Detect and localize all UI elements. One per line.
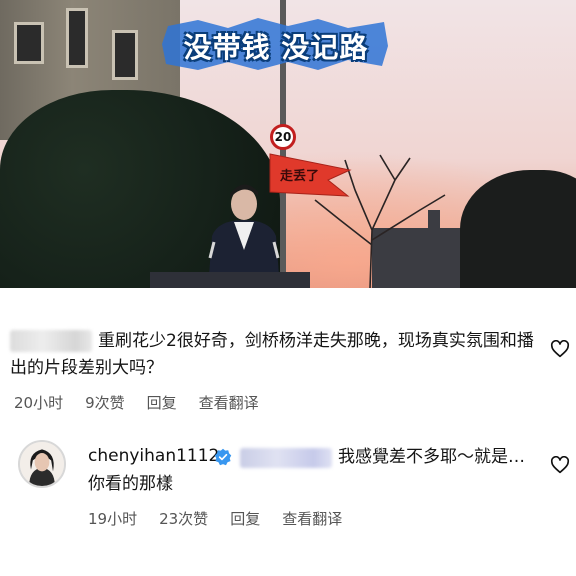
comment-meta: 20小时 9次赞 回复 查看翻译 xyxy=(14,392,259,413)
avatar-portrait xyxy=(20,442,64,486)
comment-time: 20小时 xyxy=(14,394,64,412)
video-title-overlay: 没带钱 没记路 xyxy=(158,16,394,72)
comment-text: 我感覺差不多耶～就是…你看的那樣 xyxy=(88,447,525,494)
comment-text: 重刷花少2很好奇，剑桥杨洋走失那晚，现场真实氛围和播出的片段差别大吗？ xyxy=(10,331,534,378)
video-title: 没带钱 没记路 xyxy=(183,31,369,64)
video-frame[interactable]: 20 走丢了 没带钱 没记路 xyxy=(0,0,576,288)
speed-limit-sign: 20 xyxy=(270,124,296,150)
avatar[interactable] xyxy=(18,440,66,488)
comment-meta: 19小时 23次赞 回复 查看翻译 xyxy=(88,508,342,529)
heart-outline-icon[interactable] xyxy=(550,456,570,474)
low-wall xyxy=(150,272,310,288)
like-count[interactable]: 23次赞 xyxy=(159,508,208,529)
see-translation-button[interactable]: 查看翻译 xyxy=(282,508,342,529)
reply-button[interactable]: 回复 xyxy=(230,508,260,529)
heart-outline-icon[interactable] xyxy=(550,340,570,358)
like-count[interactable]: 9次赞 xyxy=(85,392,125,413)
reply-button[interactable]: 回复 xyxy=(147,392,177,413)
see-translation-button[interactable]: 查看翻译 xyxy=(199,392,259,413)
comment-time: 19小时 xyxy=(88,510,138,528)
